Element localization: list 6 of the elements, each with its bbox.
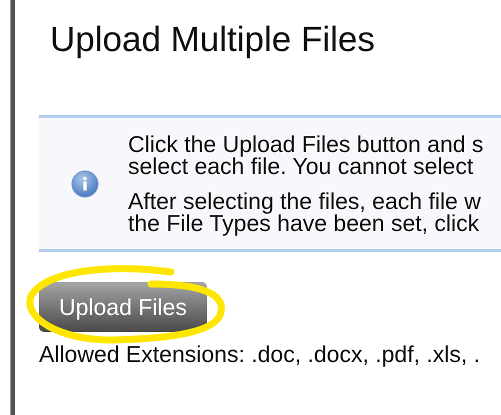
upload-files-button[interactable]: Upload Files (39, 282, 207, 332)
info-text-line: After selecting the files, each file w (128, 190, 482, 212)
page-title: Upload Multiple Files (50, 19, 375, 61)
allowed-extensions-text: Allowed Extensions: .doc, .docx, .pdf, .xls, . (39, 342, 482, 366)
info-icon (71, 170, 99, 198)
info-text-line: Click the Upload Files button and s (128, 133, 484, 155)
